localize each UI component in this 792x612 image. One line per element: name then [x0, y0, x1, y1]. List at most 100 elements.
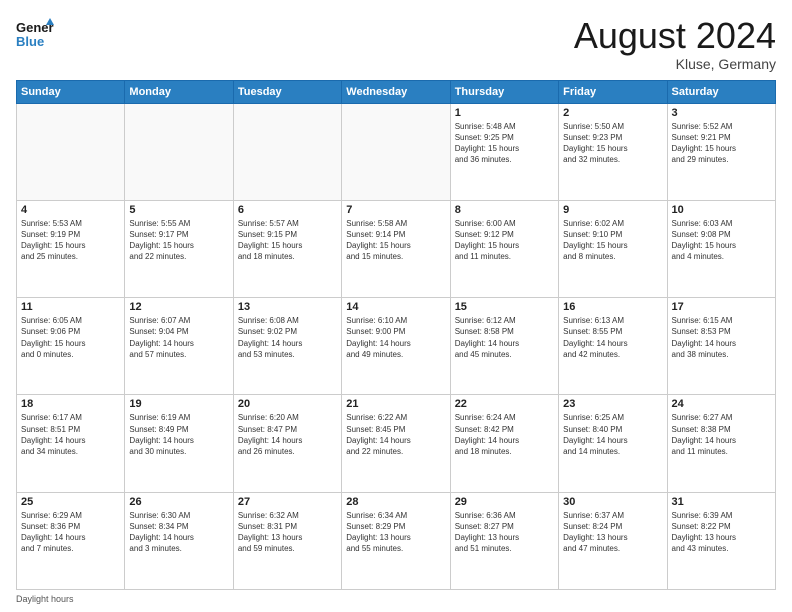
calendar-cell: 13 Sunrise: 6:08 AM Sunset: 9:02 PM Dayli…: [233, 298, 341, 395]
calendar-cell: 11 Sunrise: 6:05 AM Sunset: 9:06 PM Dayli…: [17, 298, 125, 395]
day-number: 22: [455, 398, 554, 410]
day-info: Sunrise: 6:24 AM Sunset: 8:42 PM Dayligh…: [455, 412, 554, 457]
weekday-header: Monday: [125, 80, 233, 103]
calendar-week-row: 25 Sunrise: 6:29 AM Sunset: 8:36 PM Dayli…: [17, 492, 776, 589]
calendar-cell: 8Sunrise: 6:00 AM Sunset: 9:12 PM Daylig…: [450, 200, 558, 297]
day-info: Sunrise: 6:30 AM Sunset: 8:34 PM Dayligh…: [129, 510, 228, 555]
day-number: 8: [455, 204, 554, 216]
header: General Blue August 2024 Kluse, Germany: [16, 16, 776, 72]
logo-svg: General Blue: [16, 16, 54, 54]
day-number: 28: [346, 496, 445, 508]
day-info: Sunrise: 6:03 AM Sunset: 9:08 PM Dayligh…: [672, 218, 771, 263]
calendar-cell: [125, 103, 233, 200]
day-info: Sunrise: 5:57 AM Sunset: 9:15 PM Dayligh…: [238, 218, 337, 263]
day-number: 12: [129, 301, 228, 313]
calendar-cell: 5Sunrise: 5:55 AM Sunset: 9:17 PM Daylig…: [125, 200, 233, 297]
day-info: Sunrise: 6:22 AM Sunset: 8:45 PM Dayligh…: [346, 412, 445, 457]
day-number: 3: [672, 107, 771, 119]
day-info: Sunrise: 5:58 AM Sunset: 9:14 PM Dayligh…: [346, 218, 445, 263]
svg-text:Blue: Blue: [16, 34, 44, 49]
day-number: 7: [346, 204, 445, 216]
day-number: 23: [563, 398, 662, 410]
day-number: 26: [129, 496, 228, 508]
day-number: 18: [21, 398, 120, 410]
calendar-cell: 3 Sunrise: 5:52 AM Sunset: 9:21 PM Daylig…: [667, 103, 775, 200]
weekday-header-row: SundayMondayTuesdayWednesdayThursdayFrid…: [17, 80, 776, 103]
calendar-cell: 30 Sunrise: 6:37 AM Sunset: 8:24 PM Dayli…: [559, 492, 667, 589]
day-info: Sunrise: 6:29 AM Sunset: 8:36 PM Dayligh…: [21, 510, 120, 555]
calendar-cell: 26 Sunrise: 6:30 AM Sunset: 8:34 PM Dayli…: [125, 492, 233, 589]
calendar-week-row: 4Sunrise: 5:53 AM Sunset: 9:19 PM Daylig…: [17, 200, 776, 297]
calendar-cell: 16Sunrise: 6:13 AM Sunset: 8:55 PM Dayli…: [559, 298, 667, 395]
day-info: Sunrise: 5:50 AM Sunset: 9:23 PM Dayligh…: [563, 121, 662, 166]
calendar-cell: 14Sunrise: 6:10 AM Sunset: 9:00 PM Dayli…: [342, 298, 450, 395]
weekday-header: Saturday: [667, 80, 775, 103]
day-info: Sunrise: 6:39 AM Sunset: 8:22 PM Dayligh…: [672, 510, 771, 555]
calendar-cell: 18 Sunrise: 6:17 AM Sunset: 8:51 PM Dayli…: [17, 395, 125, 492]
day-info: Sunrise: 5:48 AM Sunset: 9:25 PM Dayligh…: [455, 121, 554, 166]
location: Kluse, Germany: [574, 56, 776, 72]
day-info: Sunrise: 6:20 AM Sunset: 8:47 PM Dayligh…: [238, 412, 337, 457]
day-info: Sunrise: 5:53 AM Sunset: 9:19 PM Dayligh…: [21, 218, 120, 263]
calendar-cell: 17 Sunrise: 6:15 AM Sunset: 8:53 PM Dayli…: [667, 298, 775, 395]
day-number: 13: [238, 301, 337, 313]
title-block: August 2024 Kluse, Germany: [574, 16, 776, 72]
calendar-cell: 28 Sunrise: 6:34 AM Sunset: 8:29 PM Dayli…: [342, 492, 450, 589]
calendar-cell: [17, 103, 125, 200]
day-info: Sunrise: 6:36 AM Sunset: 8:27 PM Dayligh…: [455, 510, 554, 555]
calendar-cell: [233, 103, 341, 200]
day-info: Sunrise: 6:32 AM Sunset: 8:31 PM Dayligh…: [238, 510, 337, 555]
calendar-cell: [342, 103, 450, 200]
calendar-cell: 19 Sunrise: 6:19 AM Sunset: 8:49 PM Dayli…: [125, 395, 233, 492]
day-info: Sunrise: 6:02 AM Sunset: 9:10 PM Dayligh…: [563, 218, 662, 263]
calendar-cell: 24Sunrise: 6:27 AM Sunset: 8:38 PM Dayli…: [667, 395, 775, 492]
page: General Blue August 2024 Kluse, Germany …: [0, 0, 792, 612]
day-number: 1: [455, 107, 554, 119]
day-info: Sunrise: 6:10 AM Sunset: 9:00 PM Dayligh…: [346, 315, 445, 360]
calendar-week-row: 18 Sunrise: 6:17 AM Sunset: 8:51 PM Dayli…: [17, 395, 776, 492]
calendar-week-row: 11 Sunrise: 6:05 AM Sunset: 9:06 PM Dayli…: [17, 298, 776, 395]
day-info: Sunrise: 6:07 AM Sunset: 9:04 PM Dayligh…: [129, 315, 228, 360]
day-info: Sunrise: 6:25 AM Sunset: 8:40 PM Dayligh…: [563, 412, 662, 457]
day-number: 19: [129, 398, 228, 410]
day-number: 30: [563, 496, 662, 508]
day-info: Sunrise: 6:12 AM Sunset: 8:58 PM Dayligh…: [455, 315, 554, 360]
weekday-header: Sunday: [17, 80, 125, 103]
logo: General Blue: [16, 16, 54, 54]
calendar-cell: 25 Sunrise: 6:29 AM Sunset: 8:36 PM Dayli…: [17, 492, 125, 589]
day-number: 29: [455, 496, 554, 508]
day-number: 20: [238, 398, 337, 410]
day-info: Sunrise: 6:37 AM Sunset: 8:24 PM Dayligh…: [563, 510, 662, 555]
day-info: Sunrise: 6:15 AM Sunset: 8:53 PM Dayligh…: [672, 315, 771, 360]
calendar: SundayMondayTuesdayWednesdayThursdayFrid…: [16, 80, 776, 590]
day-number: 24: [672, 398, 771, 410]
day-number: 5: [129, 204, 228, 216]
day-number: 11: [21, 301, 120, 313]
day-number: 9: [563, 204, 662, 216]
weekday-header: Wednesday: [342, 80, 450, 103]
calendar-cell: 4Sunrise: 5:53 AM Sunset: 9:19 PM Daylig…: [17, 200, 125, 297]
day-info: Sunrise: 6:17 AM Sunset: 8:51 PM Dayligh…: [21, 412, 120, 457]
day-info: Sunrise: 6:34 AM Sunset: 8:29 PM Dayligh…: [346, 510, 445, 555]
day-number: 17: [672, 301, 771, 313]
calendar-cell: 12 Sunrise: 6:07 AM Sunset: 9:04 PM Dayli…: [125, 298, 233, 395]
day-number: 27: [238, 496, 337, 508]
calendar-cell: 1 Sunrise: 5:48 AM Sunset: 9:25 PM Daylig…: [450, 103, 558, 200]
calendar-cell: 2Sunrise: 5:50 AM Sunset: 9:23 PM Daylig…: [559, 103, 667, 200]
day-number: 15: [455, 301, 554, 313]
calendar-cell: 21Sunrise: 6:22 AM Sunset: 8:45 PM Dayli…: [342, 395, 450, 492]
day-number: 10: [672, 204, 771, 216]
calendar-week-row: 1 Sunrise: 5:48 AM Sunset: 9:25 PM Daylig…: [17, 103, 776, 200]
calendar-cell: 6Sunrise: 5:57 AM Sunset: 9:15 PM Daylig…: [233, 200, 341, 297]
day-info: Sunrise: 6:19 AM Sunset: 8:49 PM Dayligh…: [129, 412, 228, 457]
day-info: Sunrise: 6:05 AM Sunset: 9:06 PM Dayligh…: [21, 315, 120, 360]
weekday-header: Thursday: [450, 80, 558, 103]
day-info: Sunrise: 6:08 AM Sunset: 9:02 PM Dayligh…: [238, 315, 337, 360]
day-number: 25: [21, 496, 120, 508]
calendar-cell: 10 Sunrise: 6:03 AM Sunset: 9:08 PM Dayli…: [667, 200, 775, 297]
footer-text: Daylight hours: [16, 594, 74, 604]
day-info: Sunrise: 5:52 AM Sunset: 9:21 PM Dayligh…: [672, 121, 771, 166]
month-title: August 2024: [574, 16, 776, 56]
calendar-cell: 22 Sunrise: 6:24 AM Sunset: 8:42 PM Dayli…: [450, 395, 558, 492]
day-number: 31: [672, 496, 771, 508]
